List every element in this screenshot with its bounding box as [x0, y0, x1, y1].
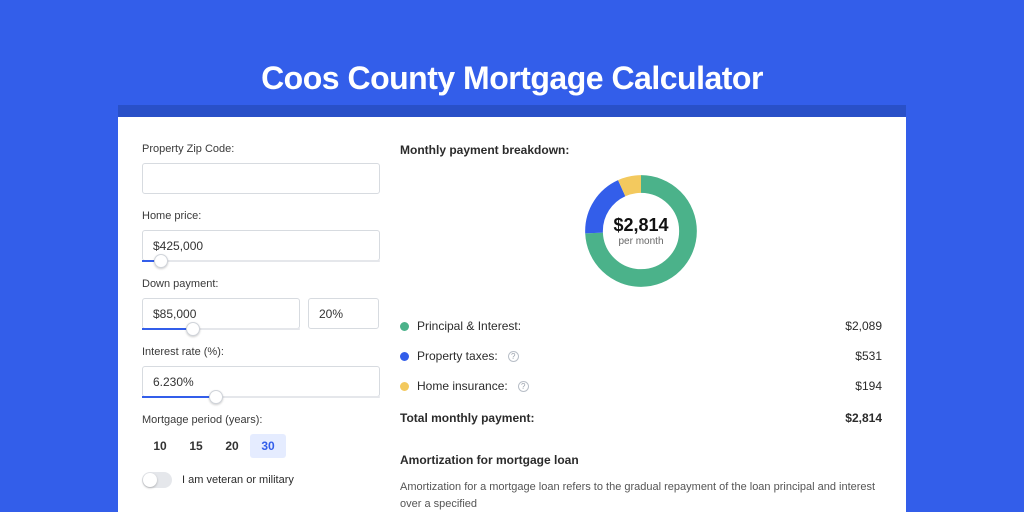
down-payment-field: Down payment:: [142, 278, 380, 330]
down-payment-slider[interactable]: [142, 328, 300, 330]
amortization-text: Amortization for a mortgage loan refers …: [400, 479, 882, 512]
zip-field: Property Zip Code:: [142, 143, 380, 194]
period-field: Mortgage period (years): 10 15 20 30: [142, 414, 380, 458]
zip-label: Property Zip Code:: [142, 143, 380, 155]
home-price-field: Home price:: [142, 210, 380, 262]
legend-row-principal: Principal & Interest: $2,089: [400, 311, 882, 341]
veteran-row: I am veteran or military: [142, 472, 380, 488]
zip-input[interactable]: [142, 163, 380, 194]
period-option-30[interactable]: 30: [250, 434, 286, 458]
total-value: $2,814: [845, 411, 882, 425]
title-bar: Coos County Mortgage Calculator: [118, 60, 906, 97]
inputs-column: Property Zip Code: Home price: Down paym…: [118, 143, 400, 512]
legend-row-taxes: Property taxes: ? $531: [400, 341, 882, 371]
donut-center: $2,814 per month: [579, 169, 703, 293]
down-payment-label: Down payment:: [142, 278, 380, 290]
breakdown-column: Monthly payment breakdown: $2,814 per mo…: [400, 143, 906, 512]
veteran-toggle[interactable]: [142, 472, 172, 488]
legend-value: $194: [855, 379, 882, 393]
dot-icon: [400, 352, 409, 361]
period-option-20[interactable]: 20: [214, 434, 250, 458]
total-row: Total monthly payment: $2,814: [400, 401, 882, 425]
legend-value: $2,089: [845, 319, 882, 333]
donut-chart: $2,814 per month: [400, 169, 882, 293]
legend-label: Home insurance:: [417, 379, 508, 393]
legend-row-insurance: Home insurance: ? $194: [400, 371, 882, 401]
period-options: 10 15 20 30: [142, 434, 380, 458]
page: Coos County Mortgage Calculator Property…: [0, 0, 1024, 512]
donut-per: per month: [618, 236, 663, 247]
interest-input[interactable]: [142, 366, 380, 397]
interest-label: Interest rate (%):: [142, 346, 380, 358]
legend-label: Property taxes:: [417, 349, 498, 363]
calculator-card: Property Zip Code: Home price: Down paym…: [118, 117, 906, 512]
home-price-slider[interactable]: [142, 260, 380, 262]
down-payment-input[interactable]: [142, 298, 300, 329]
veteran-label: I am veteran or military: [182, 474, 294, 486]
info-icon[interactable]: ?: [518, 381, 529, 392]
dot-icon: [400, 322, 409, 331]
amortization-title: Amortization for mortgage loan: [400, 453, 882, 467]
interest-field: Interest rate (%):: [142, 346, 380, 398]
legend-label: Principal & Interest:: [417, 319, 521, 333]
period-option-15[interactable]: 15: [178, 434, 214, 458]
dot-icon: [400, 382, 409, 391]
legend-value: $531: [855, 349, 882, 363]
period-option-10[interactable]: 10: [142, 434, 178, 458]
down-payment-pct-input[interactable]: [308, 298, 379, 329]
page-title: Coos County Mortgage Calculator: [118, 60, 906, 97]
home-price-input[interactable]: [142, 230, 380, 261]
header-strip: [118, 105, 906, 117]
total-label: Total monthly payment:: [400, 411, 534, 425]
donut-amount: $2,814: [613, 215, 668, 236]
home-price-label: Home price:: [142, 210, 380, 222]
breakdown-title: Monthly payment breakdown:: [400, 143, 882, 157]
interest-slider[interactable]: [142, 396, 380, 398]
info-icon[interactable]: ?: [508, 351, 519, 362]
period-label: Mortgage period (years):: [142, 414, 380, 426]
